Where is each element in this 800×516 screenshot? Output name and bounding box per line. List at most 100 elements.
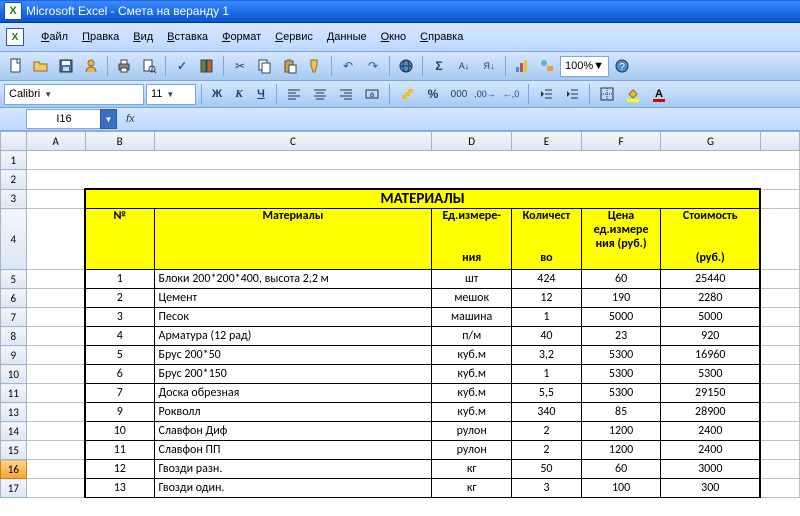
increase-indent-button[interactable] <box>560 82 584 106</box>
chart-wizard-button[interactable] <box>510 54 534 78</box>
cell-unit[interactable]: куб.м <box>432 346 512 365</box>
research-button[interactable] <box>195 54 219 78</box>
cell-cost[interactable]: 300 <box>661 479 760 498</box>
cell-price[interactable]: 1200 <box>581 441 661 460</box>
cell-qty[interactable]: 40 <box>512 327 582 346</box>
italic-button[interactable]: К <box>229 84 249 104</box>
cell-cost[interactable]: 2280 <box>661 289 760 308</box>
row-header-14[interactable]: 14 <box>1 422 27 441</box>
cell-price[interactable]: 100 <box>581 479 661 498</box>
cell-unit[interactable]: п/м <box>432 327 512 346</box>
cell-unit[interactable]: машина <box>432 308 512 327</box>
row-header-6[interactable]: 6 <box>1 289 27 308</box>
menu-вставка[interactable]: Вставка <box>160 29 215 45</box>
cell-material[interactable]: Блоки 200*200*400, высота 2,2 м <box>154 270 432 289</box>
cell-cost[interactable]: 28900 <box>661 403 760 422</box>
cell-qty[interactable]: 1 <box>512 365 582 384</box>
format-painter-button[interactable] <box>303 54 327 78</box>
sort-asc-button[interactable]: A↓ <box>452 54 476 78</box>
cell-num[interactable]: 5 <box>85 346 154 365</box>
cell-unit[interactable]: куб.м <box>432 384 512 403</box>
cell-price[interactable]: 85 <box>581 403 661 422</box>
help-button[interactable]: ? <box>610 54 634 78</box>
align-center-button[interactable] <box>308 82 332 106</box>
col-header-F[interactable]: F <box>581 132 661 151</box>
cell-unit[interactable]: кг <box>432 479 512 498</box>
cell-qty[interactable]: 5,5 <box>512 384 582 403</box>
cut-button[interactable]: ✂ <box>228 54 252 78</box>
row-header-4[interactable]: 4 <box>1 209 27 270</box>
cell-num[interactable]: 4 <box>85 327 154 346</box>
print-preview-button[interactable] <box>137 54 161 78</box>
decrease-decimal-button[interactable]: ←,0 <box>499 82 523 106</box>
row-header-8[interactable]: 8 <box>1 327 27 346</box>
cell-price[interactable]: 5300 <box>581 365 661 384</box>
cell-material[interactable]: Брус 200*150 <box>154 365 432 384</box>
cell-num[interactable]: 6 <box>85 365 154 384</box>
cell-price[interactable]: 60 <box>581 270 661 289</box>
decrease-indent-button[interactable] <box>534 82 558 106</box>
col-header-E[interactable]: E <box>512 132 582 151</box>
col-header-A[interactable]: A <box>26 132 85 151</box>
cell-qty[interactable]: 3,2 <box>512 346 582 365</box>
cell-material[interactable]: Славфон Диф <box>154 422 432 441</box>
row-header-2[interactable]: 2 <box>1 170 27 190</box>
borders-button[interactable] <box>595 82 619 106</box>
row-header-13[interactable]: 13 <box>1 403 27 422</box>
menu-правка[interactable]: Правка <box>75 29 126 45</box>
name-box-dropdown[interactable]: ▼ <box>100 109 117 129</box>
col-header-C[interactable]: C <box>154 132 432 151</box>
cell-cost[interactable]: 29150 <box>661 384 760 403</box>
drawing-button[interactable] <box>535 54 559 78</box>
cell-material[interactable]: Рокволл <box>154 403 432 422</box>
autosum-button[interactable]: Σ <box>427 54 451 78</box>
cell-qty[interactable]: 12 <box>512 289 582 308</box>
cell-qty[interactable]: 3 <box>512 479 582 498</box>
col-header-B[interactable]: B <box>85 132 154 151</box>
row-header-5[interactable]: 5 <box>1 270 27 289</box>
menu-сервис[interactable]: Сервис <box>268 29 320 45</box>
menu-формат[interactable]: Формат <box>215 29 268 45</box>
cell-qty[interactable]: 340 <box>512 403 582 422</box>
cell-price[interactable]: 5300 <box>581 346 661 365</box>
cell-cost[interactable]: 5000 <box>661 308 760 327</box>
merge-center-button[interactable]: a <box>360 82 384 106</box>
cell-unit[interactable]: шт <box>432 270 512 289</box>
increase-decimal-button[interactable]: ,00→ <box>473 82 497 106</box>
menu-окно[interactable]: Окно <box>374 29 414 45</box>
align-right-button[interactable] <box>334 82 358 106</box>
cell-num[interactable]: 9 <box>85 403 154 422</box>
cell-material[interactable]: Арматура (12 рад) <box>154 327 432 346</box>
cell-num[interactable]: 11 <box>85 441 154 460</box>
currency-button[interactable] <box>395 82 419 106</box>
cell-price[interactable]: 5000 <box>581 308 661 327</box>
cell-qty[interactable]: 2 <box>512 422 582 441</box>
col-header-D[interactable]: D <box>432 132 512 151</box>
cell-qty[interactable]: 2 <box>512 441 582 460</box>
cell-num[interactable]: 1 <box>85 270 154 289</box>
underline-button[interactable]: Ч <box>251 84 271 104</box>
cell-unit[interactable]: кг <box>432 460 512 479</box>
app-icon[interactable]: X <box>6 28 24 46</box>
hyperlink-button[interactable] <box>394 54 418 78</box>
bold-button[interactable]: Ж <box>207 84 227 104</box>
sort-desc-button[interactable]: Я↓ <box>477 54 501 78</box>
paste-button[interactable] <box>278 54 302 78</box>
cell-num[interactable]: 3 <box>85 308 154 327</box>
cell-price[interactable]: 1200 <box>581 422 661 441</box>
cell-material[interactable]: Доска обрезная <box>154 384 432 403</box>
zoom-combo[interactable]: 100%▼ <box>560 56 609 77</box>
cell-num[interactable]: 7 <box>85 384 154 403</box>
open-button[interactable] <box>29 54 53 78</box>
row-header-15[interactable]: 15 <box>1 441 27 460</box>
cell-qty[interactable]: 50 <box>512 460 582 479</box>
cell-material[interactable]: Гвозди разн. <box>154 460 432 479</box>
cell-price[interactable]: 23 <box>581 327 661 346</box>
cell-unit[interactable]: мешок <box>432 289 512 308</box>
cell-cost[interactable]: 920 <box>661 327 760 346</box>
font-name-combo[interactable]: Calibri▼ <box>4 84 144 105</box>
cell-unit[interactable]: рулон <box>432 422 512 441</box>
select-all-corner[interactable] <box>1 132 27 151</box>
cell-cost[interactable]: 2400 <box>661 422 760 441</box>
comma-button[interactable]: 000 <box>447 82 471 106</box>
